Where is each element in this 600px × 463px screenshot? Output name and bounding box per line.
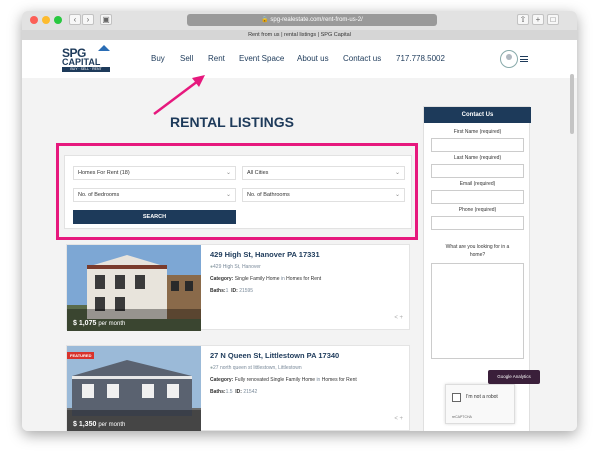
featured-badge: FEATURED	[67, 352, 95, 359]
close-window-dot[interactable]	[30, 16, 38, 24]
listing-address: 429 High St, Hanover	[210, 264, 261, 270]
listing-address: 27 north queen st littlestown, Littlesto…	[210, 365, 302, 371]
browser-window: ‹ › ▣ 🔒 spg-realestate.com/rent-from-us-…	[22, 11, 577, 431]
last-name-label: Last Name (required)	[453, 155, 502, 161]
address-bar[interactable]: 🔒 spg-realestate.com/rent-from-us-2/	[187, 14, 437, 26]
listing-photo[interactable]: $ 1,075 per month	[67, 245, 201, 331]
listing-card[interactable]: $ 1,075 per month 429 High St, Hanover P…	[66, 244, 410, 331]
recaptcha-widget: I'm not a robot reCAPTCHA	[445, 384, 515, 424]
google-analytics-badge[interactable]: Google Analytics	[488, 370, 540, 384]
listing-price: $ 1,350 per month	[73, 421, 126, 428]
minimize-window-dot[interactable]	[42, 16, 50, 24]
share-icon[interactable]: < +	[394, 315, 403, 321]
listing-baths: Baths:1.5 ID: 21542	[210, 389, 258, 395]
lock-icon: 🔒	[261, 17, 269, 23]
first-name-field[interactable]	[431, 138, 524, 152]
back-icon[interactable]: ‹	[69, 14, 81, 25]
phone-field[interactable]	[431, 216, 524, 230]
recaptcha-checkbox[interactable]	[452, 393, 461, 402]
share-icon[interactable]: ⇧	[517, 14, 529, 25]
active-tab[interactable]: Rent from us | rental listings | SPG Cap…	[22, 30, 577, 40]
contact-header: Contact Us	[424, 107, 531, 123]
listing-category: Category: Fully renovated Single Family …	[210, 377, 357, 383]
listing-baths: Baths:1 ID: 21595	[210, 288, 254, 294]
browser-toolbar: ‹ › ▣ 🔒 spg-realestate.com/rent-from-us-…	[22, 11, 577, 40]
share-icon[interactable]: < +	[394, 416, 403, 422]
email-field[interactable]	[431, 190, 524, 204]
phone-label: Phone (required)	[458, 207, 497, 213]
forward-icon[interactable]: ›	[82, 14, 94, 25]
email-label: Email (required)	[459, 181, 496, 187]
listing-card[interactable]: FEATURED $ 1,350 per month 27 N Queen St…	[66, 345, 410, 431]
first-name-label: First Name (required)	[453, 129, 502, 135]
recaptcha-brand: reCAPTCHA	[452, 415, 472, 419]
listing-category: Category: Single Family Home in Homes fo…	[210, 276, 322, 282]
sidebar-icon[interactable]: ▣	[100, 14, 112, 25]
url-text: spg-realestate.com/rent-from-us-2/	[270, 17, 363, 23]
listing-title[interactable]: 27 N Queen St, Littlestown PA 17340	[210, 351, 339, 360]
maximize-window-dot[interactable]	[54, 16, 62, 24]
recaptcha-label: I'm not a robot	[466, 394, 498, 400]
listing-price: $ 1,075 per month	[73, 320, 126, 327]
house-photo	[67, 245, 201, 331]
listing-title[interactable]: 429 High St, Hanover PA 17331	[210, 250, 320, 259]
scrollbar[interactable]	[570, 74, 574, 134]
looking-for-textarea[interactable]	[431, 263, 524, 359]
listing-photo[interactable]: FEATURED $ 1,350 per month	[67, 346, 201, 431]
last-name-field[interactable]	[431, 164, 524, 178]
new-tab-icon[interactable]: +	[532, 14, 544, 25]
tabs-overview-icon[interactable]: □	[547, 14, 559, 25]
looking-for-label: What are you looking for in a home?	[445, 244, 510, 258]
